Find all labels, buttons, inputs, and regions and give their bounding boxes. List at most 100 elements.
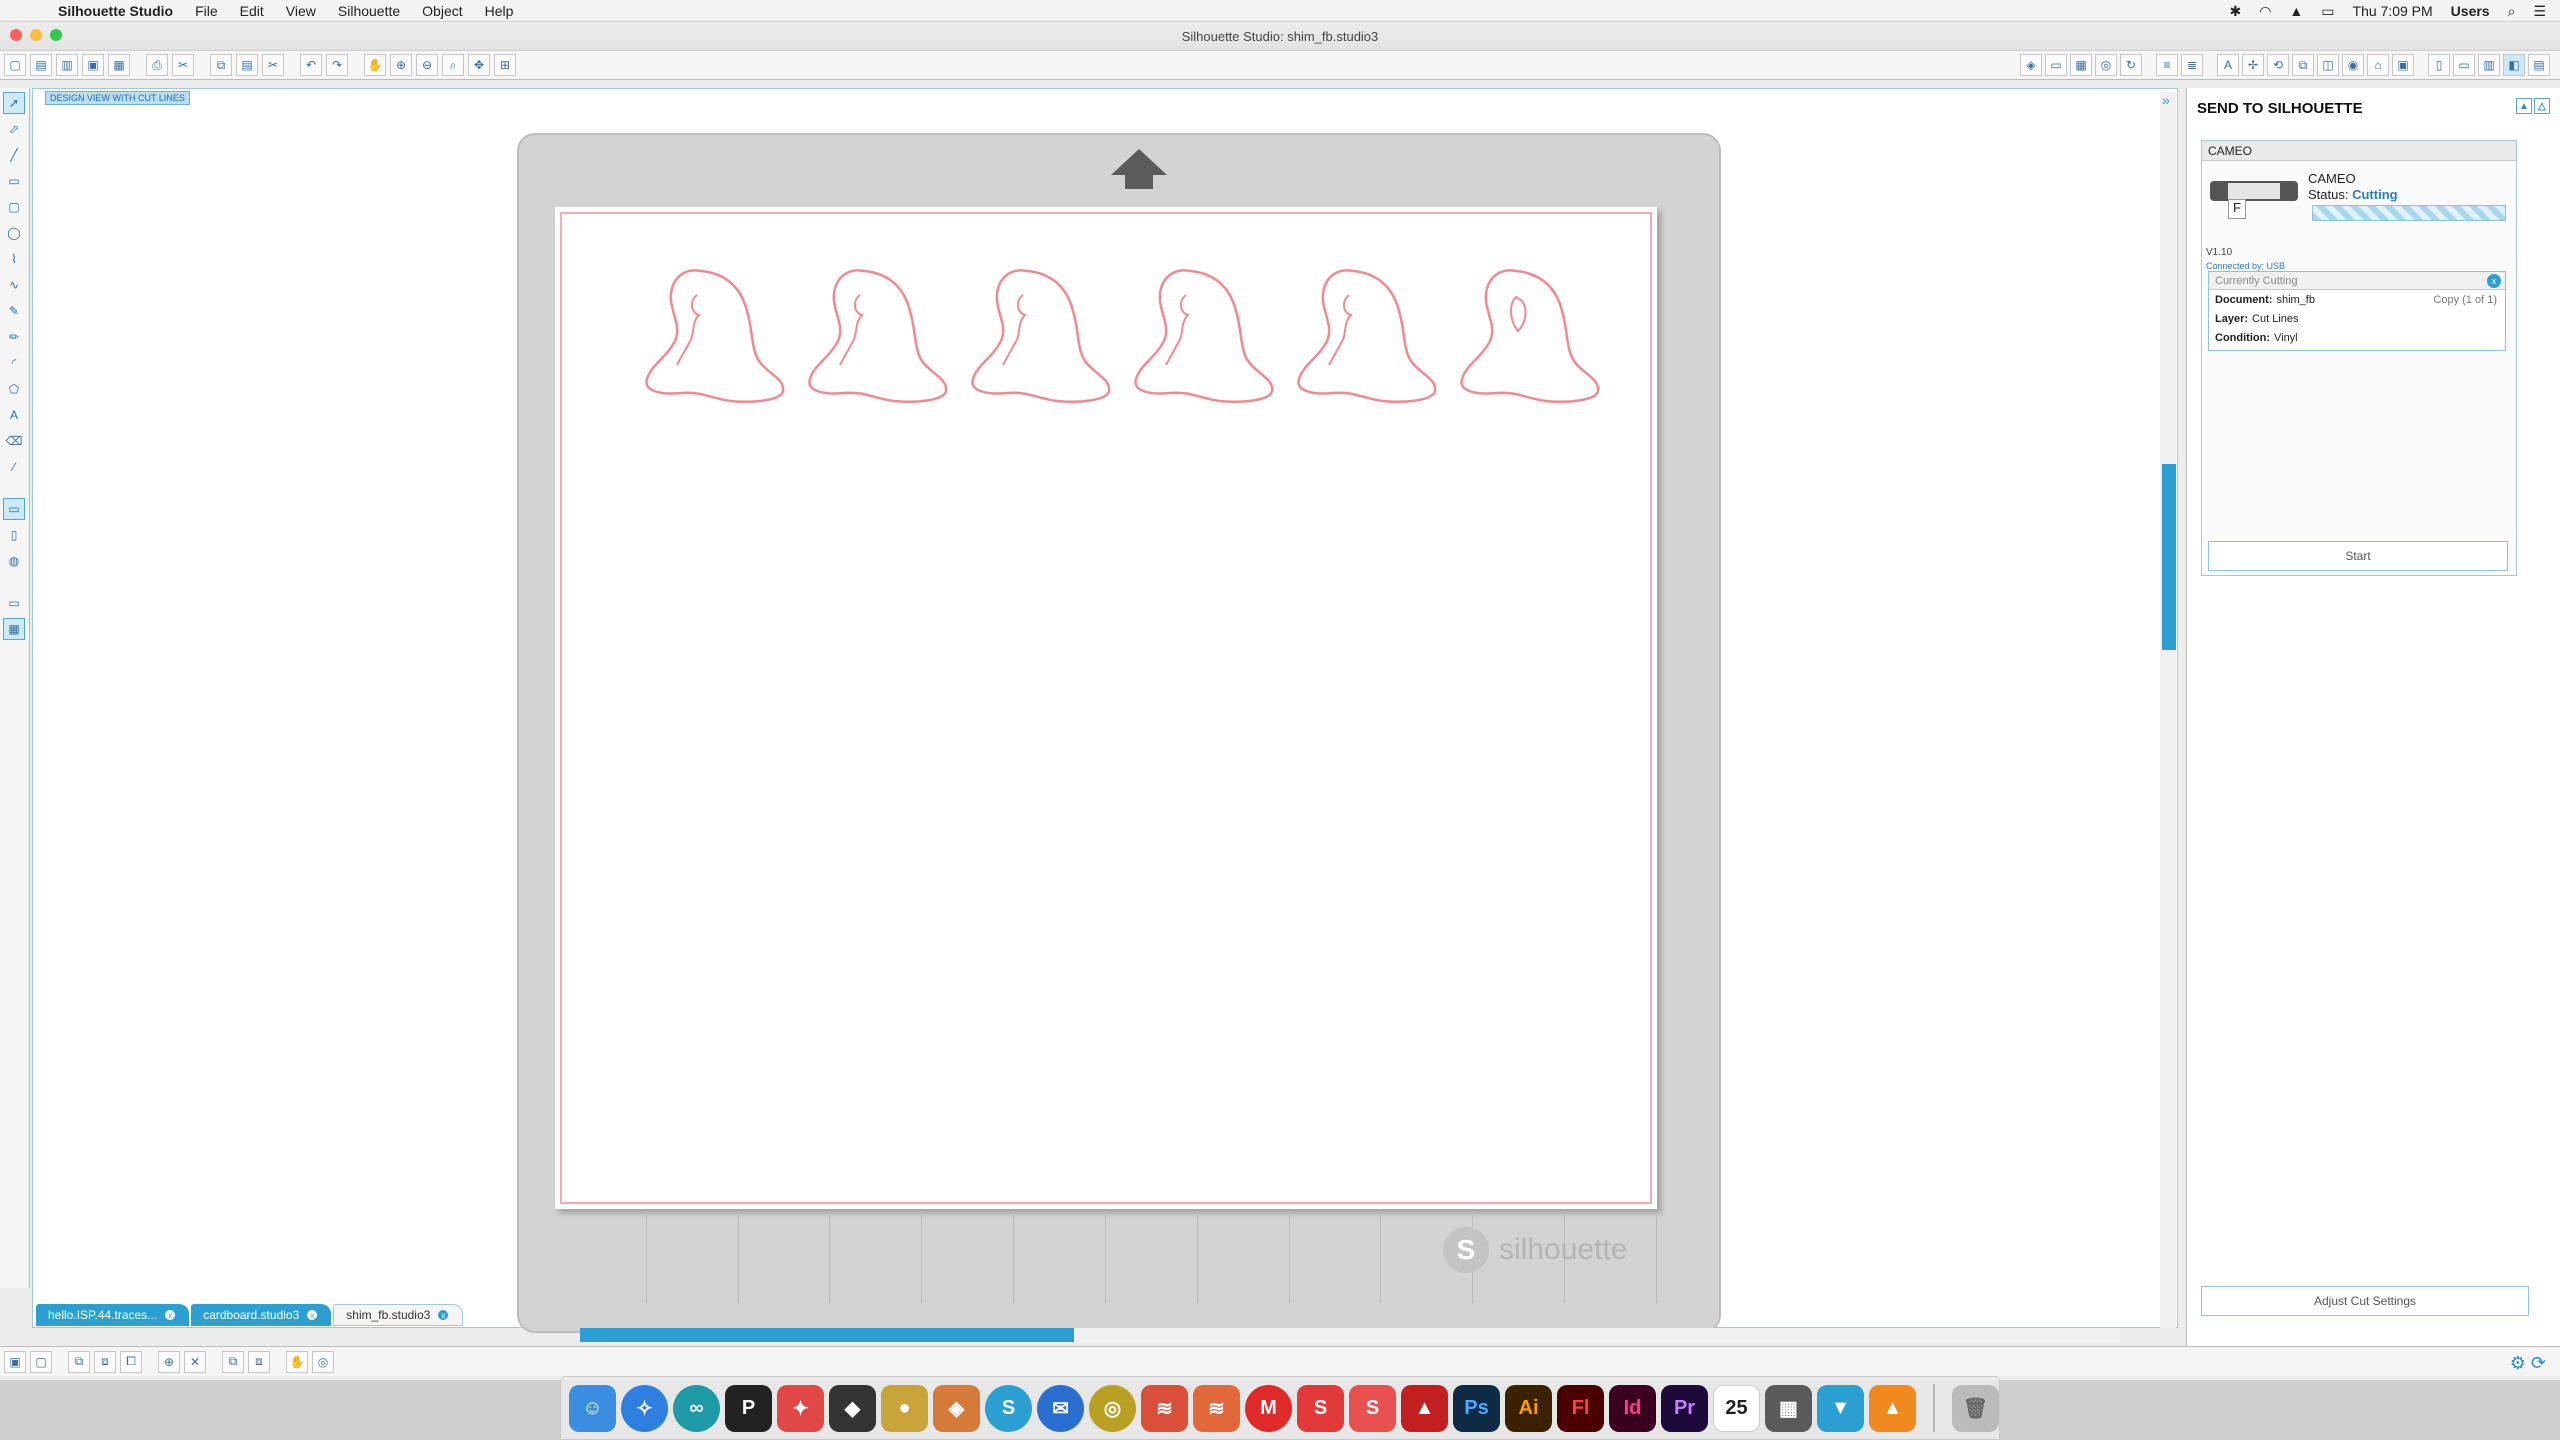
transform-icon[interactable]: ✢	[2242, 54, 2264, 76]
registration-icon[interactable]: ▭	[2453, 54, 2475, 76]
close-window-button[interactable]	[10, 29, 22, 41]
illustrator-icon[interactable]: Ai	[1505, 1384, 1552, 1432]
store-panel-icon[interactable]: ◍	[3, 550, 25, 572]
cinema4d-icon[interactable]: ●	[881, 1384, 928, 1432]
library-panel-icon[interactable]: ▯	[3, 524, 25, 546]
page-view-icon[interactable]: ▭	[3, 498, 25, 520]
cut-figures[interactable]	[631, 255, 1611, 415]
silhouette-studio-icon[interactable]: S	[985, 1384, 1032, 1432]
ellipse-tool-icon[interactable]: ◯	[3, 222, 25, 244]
circle-app-icon[interactable]: ◎	[1089, 1384, 1136, 1432]
cut-figure[interactable]	[1460, 269, 1600, 403]
design-canvas[interactable]: DESIGN VIEW WITH CUT LINES S silhouette	[32, 88, 2178, 1333]
trace-icon[interactable]: ◉	[2342, 54, 2364, 76]
text-tool-icon[interactable]: A	[3, 404, 25, 426]
cancel-cut-icon[interactable]: x	[2487, 274, 2501, 288]
wifi-icon[interactable]: ◠	[2259, 3, 2271, 20]
premiere-icon[interactable]: Pr	[1661, 1384, 1708, 1432]
adjust-cut-settings-button[interactable]: Adjust Cut Settings	[2201, 1286, 2529, 1316]
user-menu[interactable]: Users	[2451, 3, 2490, 19]
effects-icon[interactable]: ◎	[2095, 54, 2117, 76]
send-to-silhouette-icon[interactable]: ◧	[2503, 54, 2525, 76]
menu-object[interactable]: Object	[422, 3, 462, 19]
fill-pencil-icon[interactable]: ✏	[3, 326, 25, 348]
layout-b-icon[interactable]: ▦	[3, 618, 25, 640]
library-icon[interactable]: ▥	[56, 54, 78, 76]
menu-view[interactable]: View	[286, 3, 316, 19]
zoom-select-icon[interactable]: ⌕	[442, 54, 464, 76]
start-button[interactable]: Start	[2208, 541, 2508, 571]
cut-figure[interactable]	[645, 269, 785, 403]
notification-icon[interactable]: ☰	[2533, 3, 2546, 20]
panel-detach-icon[interactable]: △	[2534, 98, 2550, 114]
zoom-in-icon[interactable]: ⊕	[390, 54, 412, 76]
hand-icon[interactable]: ✋	[286, 1350, 308, 1373]
bluetooth-icon[interactable]: ✱	[2229, 3, 2241, 20]
paste-icon[interactable]: ▤	[236, 54, 258, 76]
library-view-icon[interactable]: ▤	[2528, 54, 2550, 76]
make-compound-icon[interactable]: ⧉	[68, 1350, 90, 1373]
autodesk-icon[interactable]: ▲	[1401, 1384, 1448, 1432]
brush-app-icon[interactable]: ≋	[1141, 1384, 1188, 1432]
zoom-window-button[interactable]	[50, 29, 62, 41]
print-icon[interactable]: ⎙	[146, 54, 168, 76]
circle-tool-icon[interactable]: ◎	[312, 1350, 334, 1373]
mail-icon[interactable]: ✉	[1037, 1384, 1084, 1432]
arduino-icon[interactable]: ∞	[673, 1384, 720, 1432]
ungroup-icon[interactable]: ▢	[30, 1350, 52, 1373]
fit-page-icon[interactable]: ⊞	[494, 54, 516, 76]
modify-icon[interactable]: ⧉	[2292, 54, 2314, 76]
pan-icon[interactable]: ✋	[364, 54, 386, 76]
line-style-icon[interactable]: ▭	[2045, 54, 2067, 76]
fill-icon[interactable]: ◈	[2020, 54, 2042, 76]
tab-hello[interactable]: hello.ISP.44.traces... x	[36, 1304, 190, 1326]
trash-icon[interactable]: 🗑	[1952, 1384, 1999, 1432]
knife-tool-icon[interactable]: ⁄	[3, 456, 25, 478]
drag-zoom-icon[interactable]: ✥	[468, 54, 490, 76]
rounded-rect-tool-icon[interactable]: ▢	[3, 196, 25, 218]
cut-settings-icon[interactable]: ▯	[2428, 54, 2450, 76]
brush-app-2-icon[interactable]: ≋	[1193, 1384, 1240, 1432]
inkscape-icon[interactable]: ✦	[777, 1384, 824, 1432]
pattern-icon[interactable]: ▦	[2070, 54, 2092, 76]
menu-edit[interactable]: Edit	[240, 3, 264, 19]
copy-icon[interactable]: ⧉	[210, 54, 232, 76]
close-tab-icon[interactable]: x	[438, 1310, 449, 1320]
calendar-icon[interactable]: 25	[1713, 1384, 1760, 1432]
zoom-out-icon[interactable]: ⊖	[416, 54, 438, 76]
arc-tool-icon[interactable]: ◜	[3, 352, 25, 374]
vertical-scroll-thumb[interactable]	[2162, 464, 2176, 650]
replicate-icon[interactable]: ⟲	[2267, 54, 2289, 76]
rectangle-tool-icon[interactable]: ▭	[3, 170, 25, 192]
horizontal-scroll-thumb[interactable]	[580, 1328, 1074, 1342]
group-icon[interactable]: ▣	[4, 1350, 26, 1373]
redo-icon[interactable]: ↷	[326, 54, 348, 76]
open-icon[interactable]: ▤	[30, 54, 52, 76]
blender-icon[interactable]: ◆	[829, 1384, 876, 1432]
cut-figure[interactable]	[971, 269, 1111, 403]
cut-figure[interactable]	[808, 269, 948, 403]
edit-points-icon[interactable]: ⬀	[3, 118, 25, 140]
menu-file[interactable]: File	[195, 3, 218, 19]
undo-icon[interactable]: ↶	[300, 54, 322, 76]
duplicate-icon[interactable]: ⧠	[120, 1350, 142, 1373]
fusion-icon[interactable]: ◈	[933, 1384, 980, 1432]
select-tool-icon[interactable]: ➚	[3, 92, 25, 114]
menu-silhouette[interactable]: Silhouette	[338, 3, 400, 19]
panel-collapse-icon[interactable]: ▲	[2516, 98, 2532, 114]
spotlight-icon[interactable]: ⌕	[2508, 3, 2516, 20]
menu-app-name[interactable]: Silhouette Studio	[58, 3, 173, 19]
vector-app-icon[interactable]: ▼	[1817, 1384, 1864, 1432]
line-tool-icon[interactable]: ╱	[3, 144, 25, 166]
layout-a-icon[interactable]: ▭	[3, 592, 25, 614]
flag-icon[interactable]: ▭	[2321, 3, 2334, 20]
flash-icon[interactable]: Fl	[1557, 1384, 1604, 1432]
pixelmator-icon[interactable]: P	[725, 1384, 772, 1432]
curve-tool-icon[interactable]: ∿	[3, 274, 25, 296]
align-icon[interactable]: ≣	[2181, 54, 2203, 76]
weld-icon[interactable]: ⊕	[158, 1350, 180, 1373]
paper-page[interactable]	[555, 207, 1657, 1209]
offset-icon[interactable]: ◫	[2317, 54, 2339, 76]
airplay-icon[interactable]: ▲	[2289, 3, 2303, 19]
horizontal-scrollbar[interactable]	[580, 1328, 2120, 1342]
